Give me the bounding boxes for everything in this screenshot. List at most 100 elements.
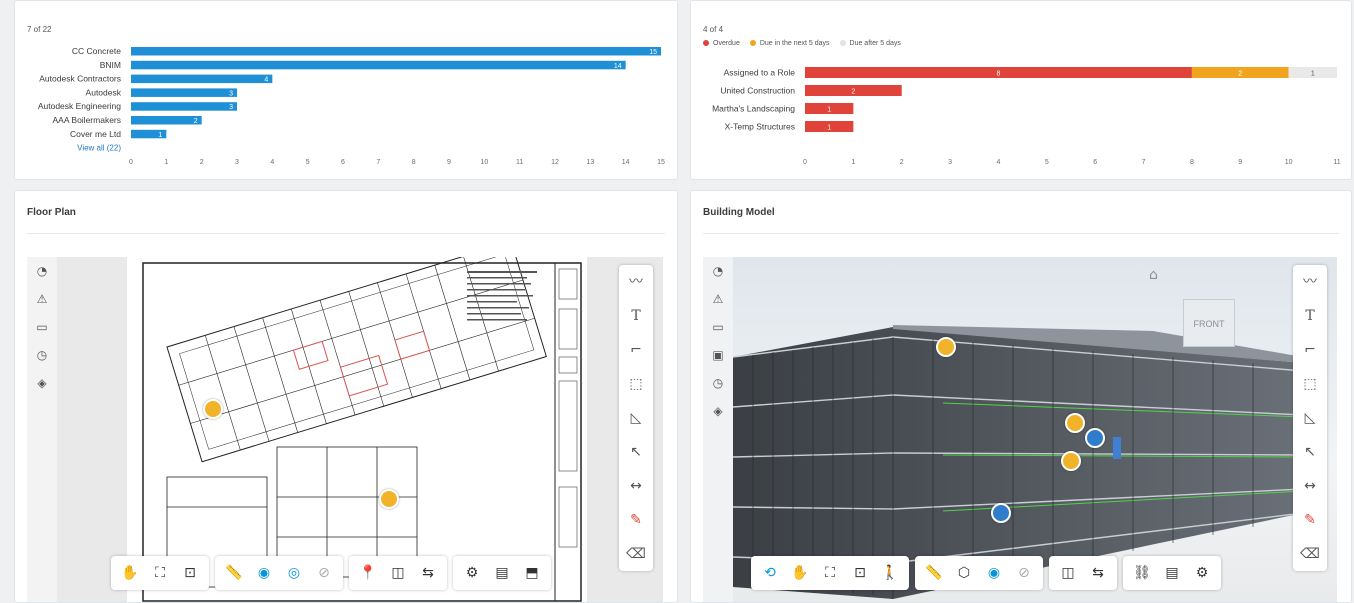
viewcube[interactable]: FRONT xyxy=(1183,299,1235,347)
pen-color-icon[interactable]: ✎ xyxy=(625,509,647,531)
section-icon[interactable]: ⬡ xyxy=(951,560,977,586)
arrow-icon[interactable]: ↖ xyxy=(625,441,647,463)
pan-icon[interactable]: ✋ xyxy=(117,560,143,586)
x-tick-label: 7 xyxy=(1142,159,1146,166)
building-model-card: Building Model ◔ ⚠ ▭ ▣ ◷ ◈ FRONT ⌂ 〰 T ⌐… xyxy=(690,190,1352,603)
compare-tools: ◫ ⇆ xyxy=(1049,556,1117,590)
divider xyxy=(703,233,1339,234)
bar xyxy=(131,102,237,111)
warning-icon[interactable]: ⚠ xyxy=(710,291,726,307)
x-tick-label: 13 xyxy=(586,159,594,166)
callout-icon[interactable]: ⌐ xyxy=(625,339,647,361)
model-viewer[interactable]: ◔ ⚠ ▭ ▣ ◷ ◈ FRONT ⌂ 〰 T ⌐ ⬚ ◺ ↖ ↔ ✎ ⌫ ⟲ … xyxy=(703,257,1337,602)
text-icon[interactable]: T xyxy=(625,305,647,327)
settings-icon[interactable]: ⚙ xyxy=(1189,560,1215,586)
text-icon[interactable]: T xyxy=(1299,305,1321,327)
checkmark-circle-icon[interactable]: ◔ xyxy=(710,263,726,279)
location-pin-icon[interactable]: 📍 xyxy=(355,560,381,586)
rectangle-icon[interactable]: ⬚ xyxy=(625,373,647,395)
issues-by-assignee-card: 4 of 4 Overdue Due in the next 5 days Du… xyxy=(690,0,1352,180)
freehand-icon[interactable]: 〰 xyxy=(1299,271,1321,293)
zoom-window-icon[interactable]: ⊡ xyxy=(847,560,873,586)
x-tick-label: 5 xyxy=(306,159,310,166)
hide-icon[interactable]: ⊘ xyxy=(311,560,337,586)
issue-pin[interactable] xyxy=(991,503,1011,523)
compare-tools: 📍 ◫ ⇆ xyxy=(349,556,447,590)
first-person-icon[interactable]: 🚶 xyxy=(877,560,903,586)
x-tick-label: 5 xyxy=(1045,159,1049,166)
zoom-window-icon[interactable]: ⊡ xyxy=(177,560,203,586)
split-view-icon[interactable]: ◫ xyxy=(385,560,411,586)
bar-value-label: 14 xyxy=(614,63,622,70)
layers-icon[interactable]: ◈ xyxy=(34,375,50,391)
issue-pin[interactable] xyxy=(1085,428,1105,448)
eraser-icon[interactable]: ⌫ xyxy=(625,543,647,565)
comment-icon[interactable]: ▭ xyxy=(710,319,726,335)
issue-pin[interactable] xyxy=(203,399,223,419)
checkmark-circle-icon[interactable]: ◔ xyxy=(34,263,50,279)
bar-value-label: 3 xyxy=(229,90,233,97)
markup-visibility-icon[interactable]: ◉ xyxy=(251,560,277,586)
arrow-icon[interactable]: ↖ xyxy=(1299,441,1321,463)
properties-icon[interactable]: ▤ xyxy=(489,560,515,586)
orbit-icon[interactable]: ⟲ xyxy=(757,560,783,586)
clock-icon[interactable]: ◷ xyxy=(710,375,726,391)
x-tick-label: 3 xyxy=(948,159,952,166)
fit-to-view-icon[interactable]: ⛶ xyxy=(817,560,843,586)
split-view-icon[interactable]: ◫ xyxy=(1055,560,1081,586)
x-tick-label: 2 xyxy=(200,159,204,166)
polygon-icon[interactable]: ◺ xyxy=(625,407,647,429)
bar xyxy=(131,47,661,56)
floor-plan-viewer[interactable]: ◔ ⚠ ▭ ◷ ◈ 〰 T ⌐ ⬚ ◺ ↖ ↔ ✎ ⌫ ✋ ⛶ ⊡ 📏 ◉ ◎ … xyxy=(27,257,663,602)
measure-icon[interactable]: 📏 xyxy=(221,560,247,586)
issue-pin[interactable] xyxy=(1065,413,1085,433)
issues-by-assignee-chart: Assigned to a Role 8 2 1 United Construction… xyxy=(712,67,1341,166)
fit-to-view-icon[interactable]: ⛶ xyxy=(147,560,173,586)
bar-value-label: 15 xyxy=(649,49,657,56)
viewer-side-panel: ◔ ⚠ ▭ ▣ ◷ ◈ xyxy=(703,257,733,602)
callout-icon[interactable]: ⌐ xyxy=(1299,339,1321,361)
comment-icon[interactable]: ▭ xyxy=(34,319,50,335)
issue-pin[interactable] xyxy=(936,337,956,357)
x-tick-label: 1 xyxy=(851,159,855,166)
dimension-icon[interactable]: ↔ xyxy=(1299,475,1321,497)
issue-pin[interactable] xyxy=(1061,451,1081,471)
floor-plan-drawing[interactable] xyxy=(127,257,587,602)
x-tick-label: 6 xyxy=(341,159,345,166)
dimension-icon[interactable]: ↔ xyxy=(625,475,647,497)
rectangle-icon[interactable]: ⬚ xyxy=(1299,373,1321,395)
measure-icon[interactable]: 📏 xyxy=(921,560,947,586)
layers-icon[interactable]: ◈ xyxy=(710,403,726,419)
bar-value-label: 1 xyxy=(827,125,831,132)
issues-visibility-icon[interactable]: ◉ xyxy=(981,560,1007,586)
model-browser-icon[interactable]: ⛓ xyxy=(1129,560,1155,586)
freehand-icon[interactable]: 〰 xyxy=(625,271,647,293)
hide-icon[interactable]: ⊘ xyxy=(1011,560,1037,586)
x-tick-label: 12 xyxy=(551,159,559,166)
issue-pin[interactable] xyxy=(379,489,399,509)
pan-icon[interactable]: ✋ xyxy=(787,560,813,586)
properties-icon[interactable]: ▤ xyxy=(1159,560,1185,586)
category-label: Cover me Ltd xyxy=(70,129,121,139)
fullscreen-icon[interactable]: ⬒ xyxy=(519,560,545,586)
issues-visibility-icon[interactable]: ◎ xyxy=(281,560,307,586)
swap-icon[interactable]: ⇆ xyxy=(1085,560,1111,586)
clock-icon[interactable]: ◷ xyxy=(34,347,50,363)
polygon-icon[interactable]: ◺ xyxy=(1299,407,1321,429)
home-view-icon[interactable]: ⌂ xyxy=(1149,267,1158,283)
floor-plan-card: Floor Plan ◔ ⚠ ▭ ◷ ◈ 〰 T ⌐ ⬚ ◺ ↖ ↔ ✎ ⌫ ✋… xyxy=(14,190,678,603)
eraser-icon[interactable]: ⌫ xyxy=(1299,543,1321,565)
sheet-icon[interactable]: ▣ xyxy=(710,347,726,363)
bar-value-label: 1 xyxy=(827,107,831,114)
pen-color-icon[interactable]: ✎ xyxy=(1299,509,1321,531)
swap-icon[interactable]: ⇆ xyxy=(415,560,441,586)
x-tick-label: 9 xyxy=(1238,159,1242,166)
bar-value-label: 2 xyxy=(1238,71,1242,78)
category-label: Martha's Landscaping xyxy=(712,104,795,114)
issues-by-company-card: 7 of 22 CC Concrete 15 BNIM 14 Autodesk Cont… xyxy=(14,0,678,180)
view-all-link[interactable]: View all (22) xyxy=(77,144,121,153)
x-tick-label: 9 xyxy=(447,159,451,166)
bar-value-label: 1 xyxy=(158,132,162,139)
warning-icon[interactable]: ⚠ xyxy=(34,291,50,307)
settings-icon[interactable]: ⚙ xyxy=(459,560,485,586)
